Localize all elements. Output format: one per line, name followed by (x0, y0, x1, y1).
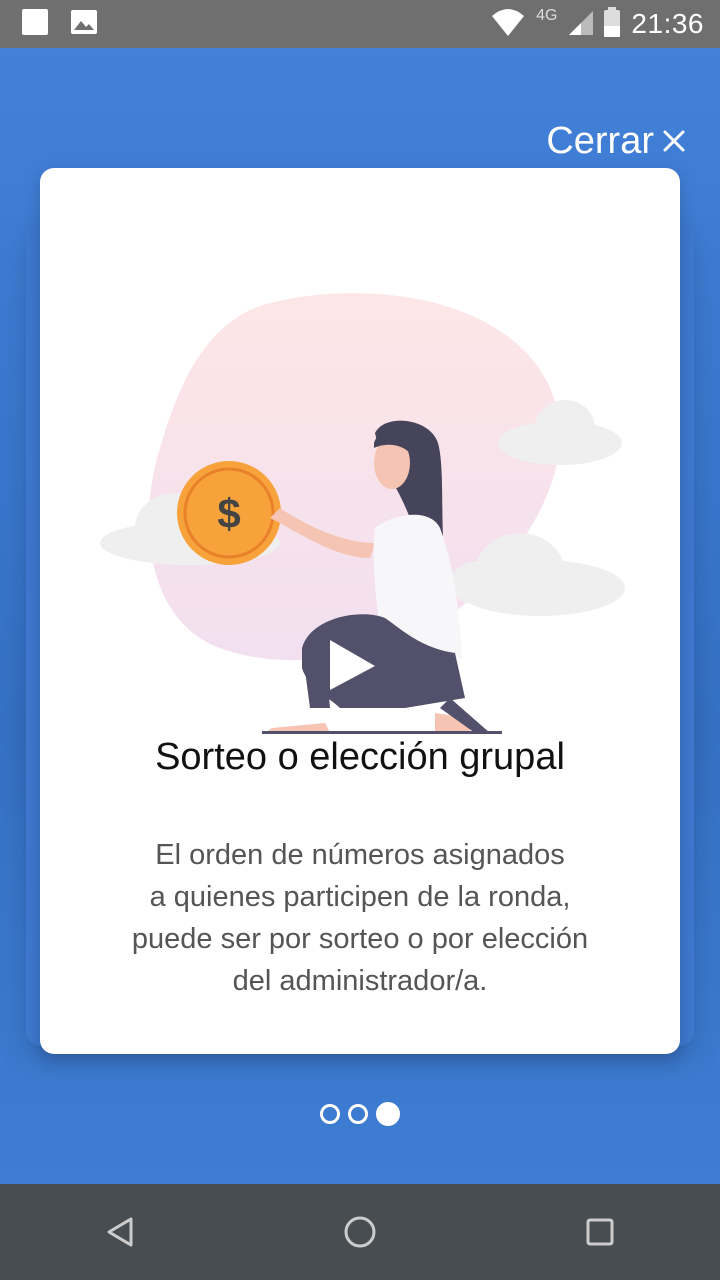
system-nav-bar (0, 1184, 720, 1280)
notification-square-icon (22, 8, 48, 40)
recents-icon (586, 1218, 614, 1246)
description-line: El orden de números asignados (155, 839, 565, 871)
slide-description: El orden de números asignados a quienes … (80, 834, 640, 1002)
status-time: 21:36 (631, 8, 704, 39)
network-type: 4G (536, 7, 558, 24)
battery-icon (603, 6, 621, 42)
woman-holding-coin-illustration: $ (100, 293, 625, 734)
page-dot-2[interactable] (348, 1104, 368, 1124)
back-icon (107, 1217, 133, 1247)
page-indicator (0, 1102, 720, 1126)
status-bar: 4G 21:36 (0, 0, 720, 48)
close-label: Cerrar (546, 120, 654, 162)
description-line: a quienes participen de la ronda, (149, 881, 571, 913)
slide-card: $ Sorteo o elección grupal El orden de n… (40, 168, 680, 1054)
slide-title: Sorteo o elección grupal (155, 736, 565, 778)
close-button[interactable]: Cerrar (546, 120, 686, 163)
page-dot-1[interactable] (320, 1104, 340, 1124)
back-button[interactable] (90, 1202, 150, 1262)
coin-symbol: $ (217, 490, 240, 537)
home-icon (344, 1216, 376, 1248)
page-dot-3-active[interactable] (376, 1102, 400, 1126)
description-line: puede ser por sorteo o por elección (131, 923, 589, 955)
wifi-icon (490, 8, 526, 41)
image-icon (70, 9, 98, 40)
home-button[interactable] (330, 1202, 390, 1262)
recents-button[interactable] (570, 1202, 630, 1262)
signal-icon (567, 9, 594, 40)
close-icon (662, 120, 686, 163)
description-line: del administrador/a. (232, 965, 488, 997)
